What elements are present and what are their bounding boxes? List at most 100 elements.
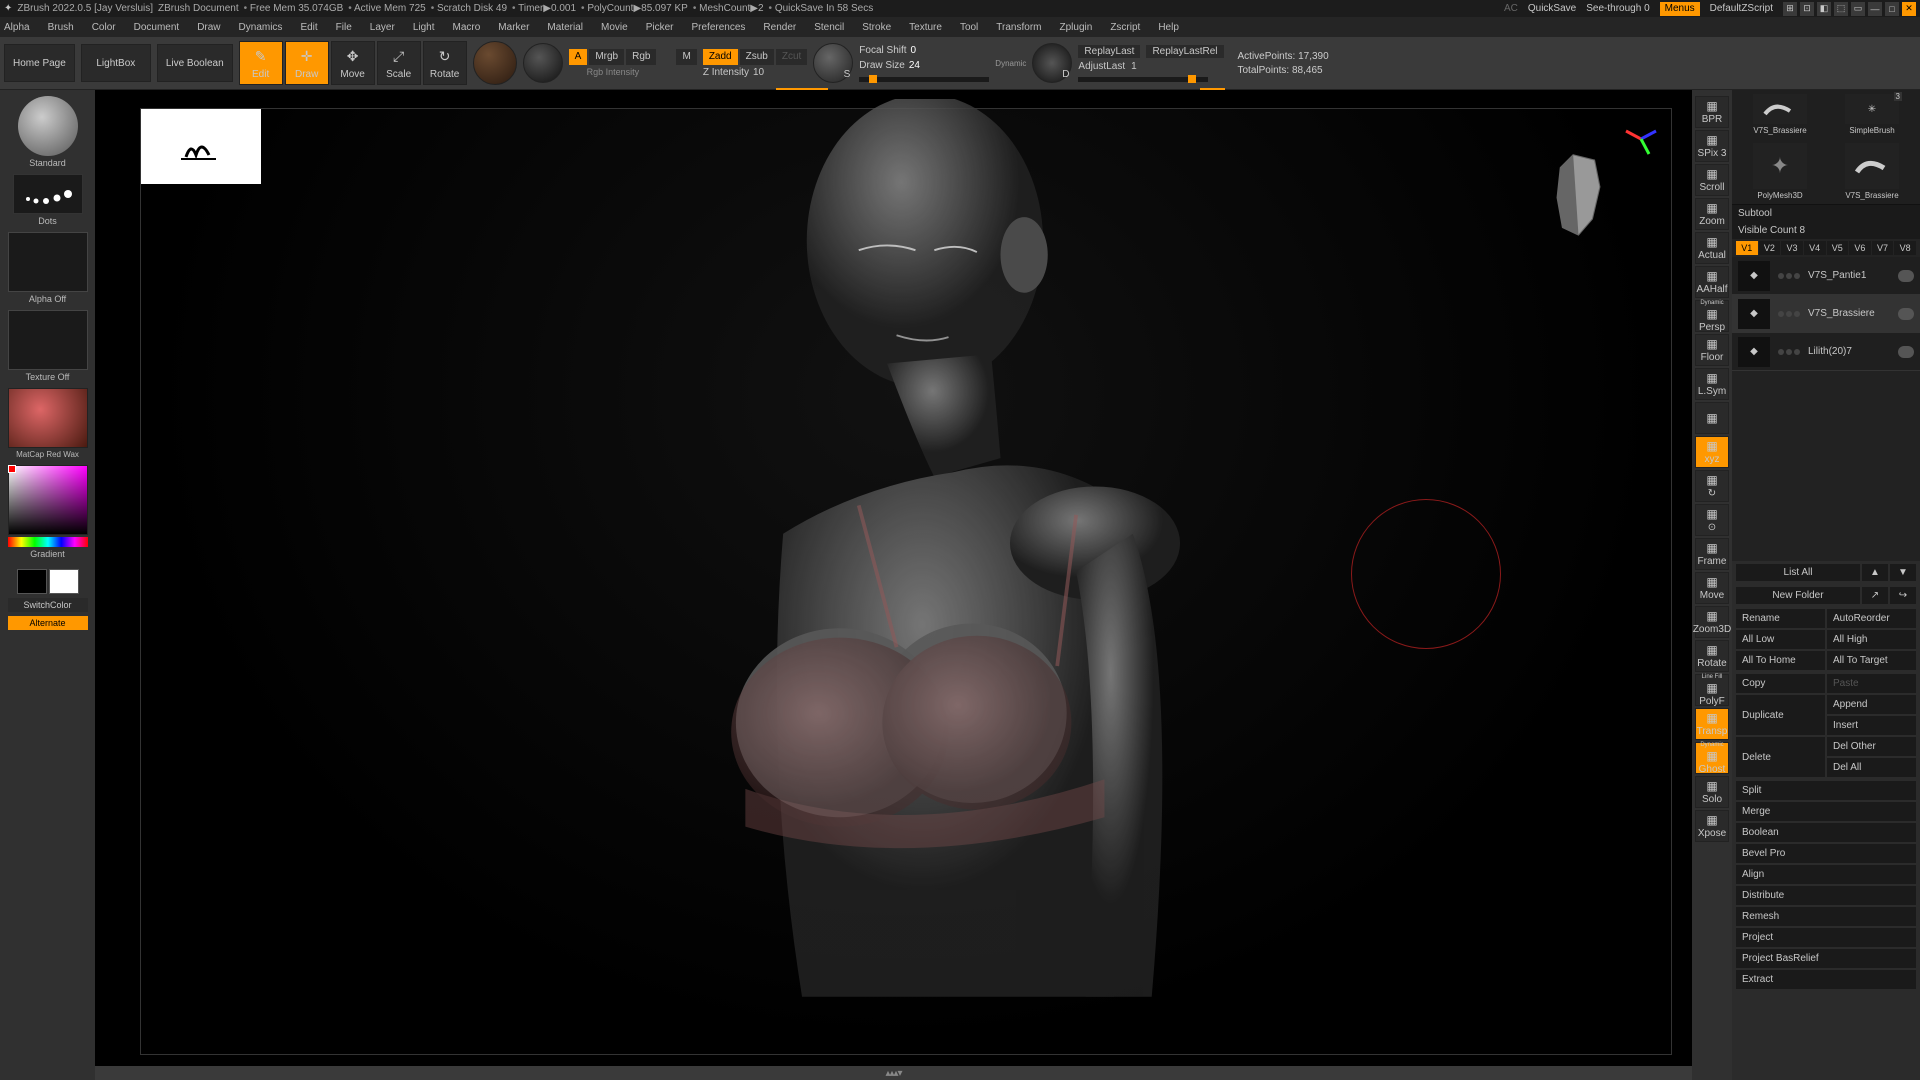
menu-marker[interactable]: Marker — [498, 22, 529, 33]
rbar-zoom3d[interactable]: ▦Zoom3D — [1695, 606, 1729, 638]
adjustlast-value[interactable]: 1 — [1131, 61, 1137, 72]
subtool-item[interactable]: ◆V7S_Brassiere — [1732, 295, 1920, 333]
tool-slot-2-thumb[interactable] — [1845, 143, 1899, 189]
project-basrelief-button[interactable]: Project BasRelief — [1736, 949, 1916, 968]
texture-thumb[interactable] — [8, 310, 88, 370]
del-other-button[interactable]: Del Other — [1827, 737, 1916, 756]
focal-shift-label[interactable]: Focal Shift — [859, 45, 906, 56]
black-swatch[interactable] — [17, 569, 47, 594]
menu-brush[interactable]: Brush — [48, 22, 74, 33]
color-cursor[interactable] — [8, 465, 16, 473]
menus-toggle[interactable]: Menus — [1660, 2, 1700, 16]
hue-slider[interactable] — [8, 537, 88, 547]
menu-file[interactable]: File — [336, 22, 352, 33]
subtool-item[interactable]: ◆Lilith(20)7 — [1732, 333, 1920, 371]
menu-draw[interactable]: Draw — [197, 22, 220, 33]
winicon-3[interactable]: ◧ — [1817, 2, 1831, 16]
secondary-orb[interactable] — [523, 43, 563, 83]
zadd-button[interactable]: Zadd — [703, 49, 738, 65]
switchcolor-button[interactable]: SwitchColor — [8, 598, 88, 612]
gradient-label[interactable]: Gradient — [30, 549, 65, 559]
live-boolean-button[interactable]: Live Boolean — [157, 44, 233, 82]
menu-preferences[interactable]: Preferences — [691, 22, 745, 33]
alpha-thumb[interactable] — [8, 232, 88, 292]
tool-slot-1-thumb[interactable]: ✦ — [1753, 143, 1807, 189]
zintensity-value[interactable]: 10 — [753, 67, 764, 78]
vtab-v1[interactable]: V1 — [1736, 241, 1758, 255]
all-high-button[interactable]: All High — [1827, 630, 1916, 649]
del-all-button[interactable]: Del All — [1827, 758, 1916, 777]
menu-material[interactable]: Material — [547, 22, 583, 33]
winicon-5[interactable]: ▭ — [1851, 2, 1865, 16]
viewport[interactable] — [95, 90, 1692, 1080]
a-toggle[interactable]: A — [569, 49, 588, 65]
split-button[interactable]: Split — [1736, 781, 1916, 800]
lightbox-button[interactable]: LightBox — [81, 44, 151, 82]
edit-mode-button[interactable]: ✎Edit — [239, 41, 283, 85]
menu-tool[interactable]: Tool — [960, 22, 978, 33]
append-button[interactable]: Append — [1827, 695, 1916, 714]
menu-picker[interactable]: Picker — [646, 22, 674, 33]
insert-button[interactable]: Insert — [1827, 716, 1916, 735]
rbar-aahalf[interactable]: ▦AAHalf — [1695, 266, 1729, 298]
menu-light[interactable]: Light — [413, 22, 435, 33]
color-picker[interactable] — [8, 465, 88, 535]
all-to-target-button[interactable]: All To Target — [1827, 651, 1916, 670]
winicon-2[interactable]: ⊡ — [1800, 2, 1814, 16]
close-icon[interactable]: ✕ — [1902, 2, 1916, 16]
distribute-button[interactable]: Distribute — [1736, 886, 1916, 905]
rbar-scroll[interactable]: ▦Scroll — [1695, 164, 1729, 196]
rbar-lsym[interactable]: ▦L.Sym — [1695, 368, 1729, 400]
list-all-button[interactable]: List All — [1736, 564, 1860, 581]
rbar-rotate[interactable]: ▦Rotate — [1695, 640, 1729, 672]
rgb-button[interactable]: Rgb — [626, 49, 656, 65]
autoreorder-button[interactable]: AutoReorder — [1827, 609, 1916, 628]
arrow-up-right-icon[interactable]: ↗ — [1862, 587, 1888, 604]
menu-layer[interactable]: Layer — [370, 22, 395, 33]
m-button[interactable]: M — [676, 49, 696, 65]
subtool-item[interactable]: ◆V7S_Pantie1 — [1732, 257, 1920, 295]
visibility-eye-icon[interactable] — [1898, 346, 1914, 358]
menu-edit[interactable]: Edit — [300, 22, 317, 33]
scale-mode-button[interactable]: ⤢Scale — [377, 41, 421, 85]
menu-zscript[interactable]: Zscript — [1110, 22, 1140, 33]
focal-orb[interactable]: S — [813, 43, 853, 83]
new-folder-button[interactable]: New Folder — [1736, 587, 1860, 604]
rbar-zoom[interactable]: ▦Zoom — [1695, 198, 1729, 230]
subtool-header[interactable]: Subtool — [1738, 208, 1772, 219]
all-to-home-button[interactable]: All To Home — [1736, 651, 1825, 670]
menu-render[interactable]: Render — [763, 22, 796, 33]
vtab-v2[interactable]: V2 — [1759, 241, 1781, 255]
mrgb-button[interactable]: Mrgb — [589, 49, 624, 65]
rbar-move[interactable]: ▦Move — [1695, 572, 1729, 604]
material-swatch[interactable] — [8, 388, 88, 448]
bottom-expand-bar[interactable]: ▴▴▴▾ — [95, 1066, 1692, 1080]
menu-zplugin[interactable]: Zplugin — [1060, 22, 1093, 33]
rbar-persp[interactable]: Dynamic▦Persp — [1695, 300, 1729, 332]
merge-button[interactable]: Merge — [1736, 802, 1916, 821]
winicon-1[interactable]: ⊞ — [1783, 2, 1797, 16]
draw-size-slider[interactable] — [859, 77, 989, 82]
rbar-frame[interactable]: ▦Frame — [1695, 538, 1729, 570]
rbar-actual[interactable]: ▦Actual — [1695, 232, 1729, 264]
vtab-v6[interactable]: V6 — [1849, 241, 1871, 255]
delete-button[interactable]: Delete — [1736, 737, 1825, 777]
visibility-eye-icon[interactable] — [1898, 308, 1914, 320]
rbar-spix3[interactable]: ▦SPix 3 — [1695, 130, 1729, 162]
rename-button[interactable]: Rename — [1736, 609, 1825, 628]
zintensity-label[interactable]: Z Intensity — [703, 67, 749, 78]
rgb-intensity-label[interactable]: Rgb Intensity — [569, 67, 697, 77]
boolean-button[interactable]: Boolean — [1736, 823, 1916, 842]
alternate-button[interactable]: Alternate — [8, 616, 88, 630]
extract-button[interactable]: Extract — [1736, 970, 1916, 989]
rbar-solo[interactable]: ▦Solo — [1695, 776, 1729, 808]
rbar-floor[interactable]: ▦Floor — [1695, 334, 1729, 366]
vtab-v7[interactable]: V7 — [1872, 241, 1894, 255]
vtab-v8[interactable]: V8 — [1894, 241, 1916, 255]
vtab-v3[interactable]: V3 — [1781, 241, 1803, 255]
menu-texture[interactable]: Texture — [909, 22, 942, 33]
menu-color[interactable]: Color — [92, 22, 116, 33]
project-button[interactable]: Project — [1736, 928, 1916, 947]
menu-document[interactable]: Document — [134, 22, 180, 33]
menu-alpha[interactable]: Alpha — [4, 22, 30, 33]
